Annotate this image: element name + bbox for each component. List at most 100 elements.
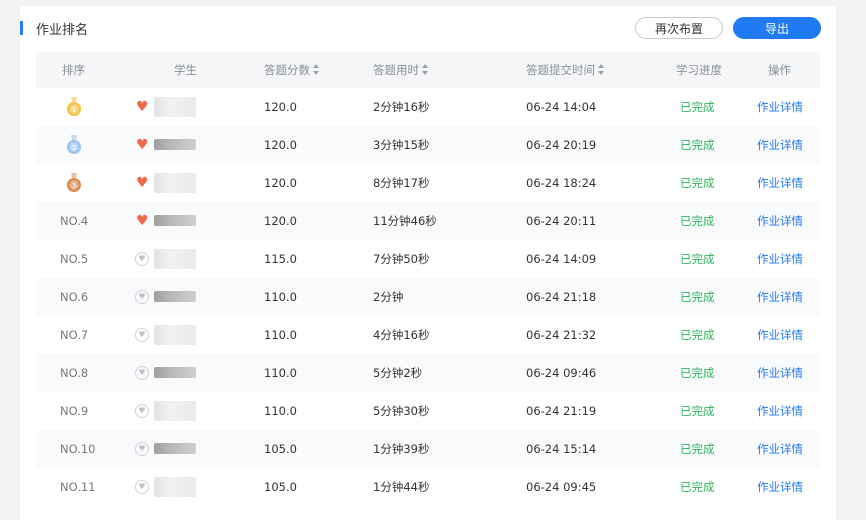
progress-status: 已完成: [680, 100, 715, 114]
title-bar: 作业排名 再次布置 导出: [20, 6, 836, 50]
table-row: 1 ♥ 120.0 2分钟16秒 06-24 14:04 已完成 作业详情: [36, 88, 820, 126]
score-cell: 110.0: [264, 328, 297, 342]
rank-cell: NO.10: [60, 442, 96, 456]
sort-icon[interactable]: [313, 63, 320, 76]
column-header-rank: 排序: [62, 63, 85, 77]
score-cell: 105.0: [264, 480, 297, 494]
duration-cell: 11分钟46秒: [373, 214, 437, 228]
sort-icon[interactable]: [422, 63, 429, 76]
submit-time-cell: 06-24 14:09: [526, 252, 597, 266]
duration-cell: 5分钟30秒: [373, 404, 430, 418]
homework-detail-link[interactable]: 作业详情: [757, 202, 803, 240]
student-name-blurred: [154, 97, 196, 117]
column-header-submit-time[interactable]: 答题提交时间: [526, 52, 605, 88]
heart-outline-icon[interactable]: ♥: [135, 442, 149, 456]
rank-cell: NO.7: [60, 328, 89, 342]
sort-icon[interactable]: [598, 63, 605, 76]
homework-detail-link[interactable]: 作业详情: [757, 240, 803, 278]
submit-time-cell: 06-24 21:32: [526, 328, 597, 342]
rank-cell: NO.4: [60, 214, 89, 228]
submit-time-cell: 06-24 20:11: [526, 214, 597, 228]
score-cell: 115.0: [264, 252, 297, 266]
rank-cell: NO.9: [60, 404, 89, 418]
duration-cell: 8分钟17秒: [373, 176, 430, 190]
reassign-button[interactable]: 再次布置: [635, 17, 723, 39]
duration-cell: 4分钟16秒: [373, 328, 430, 342]
heart-outline-icon[interactable]: ♥: [135, 290, 149, 304]
progress-status: 已完成: [680, 404, 715, 418]
rank-cell: NO.8: [60, 366, 89, 380]
student-name-blurred: [154, 477, 196, 497]
submit-time-cell: 06-24 21:18: [526, 290, 597, 304]
svg-text:1: 1: [72, 106, 76, 114]
heart-icon[interactable]: ♥: [136, 137, 149, 153]
heart-outline-icon[interactable]: ♥: [135, 480, 149, 494]
heart-outline-icon[interactable]: ♥: [135, 404, 149, 418]
progress-status: 已完成: [680, 290, 715, 304]
score-cell: 120.0: [264, 138, 297, 152]
progress-status: 已完成: [680, 214, 715, 228]
table-row: NO.11 ♥ 105.0 1分钟44秒 06-24 09:45 已完成 作业详情: [36, 468, 820, 506]
duration-cell: 7分钟50秒: [373, 252, 430, 266]
silver-medal-icon: 2: [66, 135, 82, 155]
heart-outline-icon[interactable]: ♥: [135, 328, 149, 342]
submit-time-cell: 06-24 18:24: [526, 176, 597, 190]
student-name-blurred: [154, 215, 196, 226]
student-name-blurred: [154, 173, 196, 193]
duration-cell: 3分钟15秒: [373, 138, 430, 152]
column-header-student: 学生: [174, 63, 197, 77]
page-title: 作业排名: [36, 23, 89, 38]
submit-time-cell: 06-24 09:46: [526, 366, 597, 380]
table-row: NO.5 ♥ 115.0 7分钟50秒 06-24 14:09 已完成 作业详情: [36, 240, 820, 278]
score-cell: 110.0: [264, 404, 297, 418]
svg-text:3: 3: [72, 182, 76, 190]
column-header-score[interactable]: 答题分数: [264, 52, 320, 88]
student-name-blurred: [154, 291, 196, 302]
score-cell: 120.0: [264, 214, 297, 228]
homework-detail-link[interactable]: 作业详情: [757, 430, 803, 468]
table-row: NO.7 ♥ 110.0 4分钟16秒 06-24 21:32 已完成 作业详情: [36, 316, 820, 354]
rank-cell: NO.5: [60, 252, 89, 266]
ranking-card: 作业排名 再次布置 导出 排序 学生 答题分数 答题用时 答题提交时间 学习进度…: [20, 6, 836, 520]
rank-cell: NO.11: [60, 480, 96, 494]
column-header-duration[interactable]: 答题用时: [373, 52, 429, 88]
heart-icon[interactable]: ♥: [136, 175, 149, 191]
export-button[interactable]: 导出: [733, 17, 821, 39]
homework-detail-link[interactable]: 作业详情: [757, 392, 803, 430]
heart-outline-icon[interactable]: ♥: [135, 252, 149, 266]
table-body: 1 ♥ 120.0 2分钟16秒 06-24 14:04 已完成 作业详情 2 ♥ 120.0 3分…: [36, 88, 820, 506]
gold-medal-icon: 1: [66, 97, 82, 117]
duration-cell: 1分钟39秒: [373, 442, 430, 456]
table-row: NO.8 ♥ 110.0 5分钟2秒 06-24 09:46 已完成 作业详情: [36, 354, 820, 392]
homework-detail-link[interactable]: 作业详情: [757, 316, 803, 354]
ranking-table: 排序 学生 答题分数 答题用时 答题提交时间 学习进度 操作 1 ♥ 120.0 2分…: [36, 52, 820, 506]
student-name-blurred: [154, 249, 196, 269]
table-row: NO.9 ♥ 110.0 5分钟30秒 06-24 21:19 已完成 作业详情: [36, 392, 820, 430]
homework-detail-link[interactable]: 作业详情: [757, 278, 803, 316]
bronze-medal-icon: 3: [66, 173, 82, 193]
table-row: 3 ♥ 120.0 8分钟17秒 06-24 18:24 已完成 作业详情: [36, 164, 820, 202]
submit-time-cell: 06-24 09:45: [526, 480, 597, 494]
homework-detail-link[interactable]: 作业详情: [757, 164, 803, 202]
duration-cell: 2分钟16秒: [373, 100, 430, 114]
student-name-blurred: [154, 325, 196, 345]
progress-status: 已完成: [680, 480, 715, 494]
homework-detail-link[interactable]: 作业详情: [757, 354, 803, 392]
title-accent-bar: [20, 21, 23, 35]
duration-cell: 5分钟2秒: [373, 366, 423, 380]
submit-time-cell: 06-24 15:14: [526, 442, 597, 456]
table-header: 排序 学生 答题分数 答题用时 答题提交时间 学习进度 操作: [36, 52, 820, 88]
heart-outline-icon[interactable]: ♥: [135, 366, 149, 380]
homework-detail-link[interactable]: 作业详情: [757, 468, 803, 506]
score-cell: 105.0: [264, 442, 297, 456]
table-row: NO.6 ♥ 110.0 2分钟 06-24 21:18 已完成 作业详情: [36, 278, 820, 316]
column-header-action: 操作: [768, 63, 791, 77]
submit-time-cell: 06-24 14:04: [526, 100, 597, 114]
homework-detail-link[interactable]: 作业详情: [757, 88, 803, 126]
duration-cell: 1分钟44秒: [373, 480, 430, 494]
heart-icon[interactable]: ♥: [136, 213, 149, 229]
progress-status: 已完成: [680, 328, 715, 342]
homework-detail-link[interactable]: 作业详情: [757, 126, 803, 164]
heart-icon[interactable]: ♥: [136, 99, 149, 115]
progress-status: 已完成: [680, 442, 715, 456]
